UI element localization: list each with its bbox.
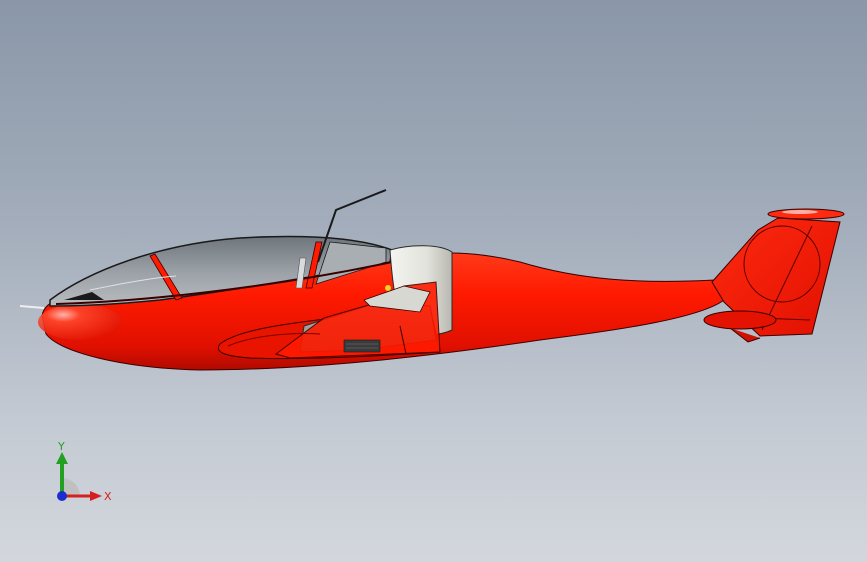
y-axis-label: Y <box>57 440 65 453</box>
intake-grille <box>343 339 381 353</box>
x-axis-label: X <box>104 490 112 503</box>
graphics-viewport[interactable]: Y X <box>0 0 867 562</box>
aircraft-model[interactable] <box>0 0 867 562</box>
nose-cone <box>38 304 122 340</box>
z-axis-dot <box>57 491 67 501</box>
pitot-tube <box>19 305 45 309</box>
y-axis-arrow <box>56 452 68 464</box>
x-axis-arrow <box>90 491 102 501</box>
tail-fairing <box>703 310 777 330</box>
coordinate-triad[interactable]: Y X <box>40 438 120 518</box>
